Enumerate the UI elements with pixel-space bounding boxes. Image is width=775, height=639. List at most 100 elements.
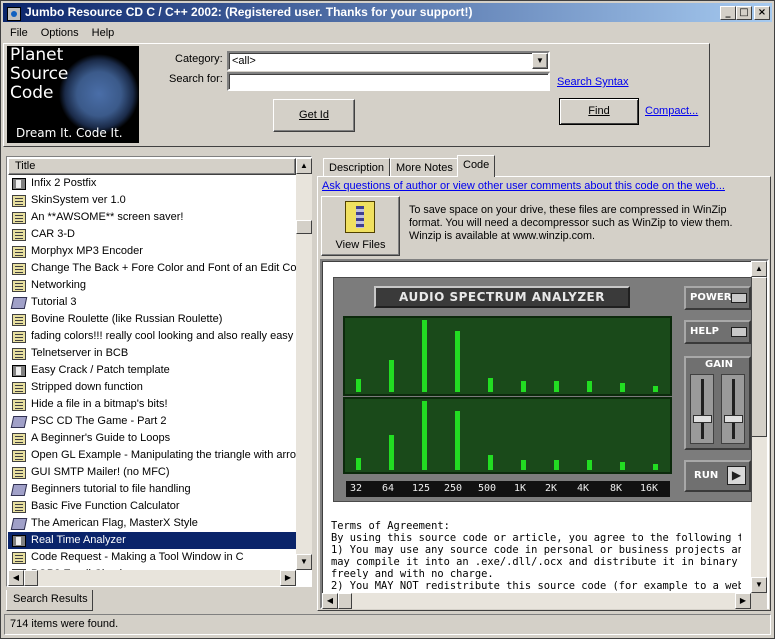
list-item[interactable]: PSC CD The Game - Part 2 [8, 413, 296, 430]
ask-questions-link[interactable]: Ask questions of author or view other us… [322, 180, 725, 192]
viewer-scroll-up-icon[interactable]: ▲ [751, 261, 767, 277]
title-column-header[interactable]: Title [8, 158, 296, 175]
tutorial-icon [10, 296, 28, 309]
results-rows: Infix 2 Postfix SkinSystem ver 1.0 An **AW… [8, 175, 296, 570]
list-item-title: Networking [31, 279, 87, 291]
chevron-down-icon[interactable]: ▼ [532, 53, 548, 69]
scroll-thumb[interactable] [296, 220, 312, 234]
viewer-scroll-thumb[interactable] [751, 277, 767, 437]
list-item[interactable]: fading colors!!! really cool looking and… [8, 328, 296, 345]
list-item[interactable]: Real Time Analyzer [8, 532, 296, 549]
terms-line: Terms of Agreement: [331, 520, 450, 532]
minimize-button[interactable]: _ [720, 6, 736, 20]
list-item[interactable]: Telnetserver in BCB [8, 345, 296, 362]
terms-line: By using this source code or article, yo… [331, 532, 741, 544]
scroll-left-icon[interactable]: ◀ [8, 570, 24, 586]
spectrum-bar [356, 458, 361, 470]
tutorial-icon [10, 483, 28, 496]
doc-icon [12, 228, 26, 241]
spectrum-bar [389, 360, 394, 392]
menu-file[interactable]: File [10, 27, 28, 39]
list-item[interactable]: Easy Crack / Patch template [8, 362, 296, 379]
viewer-hscrollbar[interactable]: ◀ ▶ [322, 593, 751, 609]
get-id-button[interactable]: Get Id [273, 99, 355, 132]
find-button[interactable]: Find [559, 98, 639, 125]
list-item[interactable]: CAR 3-D [8, 226, 296, 243]
scroll-down-icon[interactable]: ▼ [296, 554, 312, 570]
doc-icon [12, 466, 26, 479]
lab-icon [12, 177, 26, 190]
menu-help[interactable]: Help [92, 27, 115, 39]
scroll-up-icon[interactable]: ▲ [296, 158, 312, 174]
frequency-label: 2K [545, 483, 558, 494]
list-item[interactable]: SkinSystem ver 1.0 [8, 192, 296, 209]
list-item[interactable]: Networking [8, 277, 296, 294]
list-item[interactable]: The American Flag, MasterX Style [8, 515, 296, 532]
doc-icon [12, 262, 26, 275]
analyzer-title: AUDIO SPECTRUM ANALYZER [374, 286, 630, 308]
maximize-button[interactable]: □ [736, 6, 752, 20]
frequency-label: 4K [577, 483, 590, 494]
list-item[interactable]: Stripped down function [8, 379, 296, 396]
list-item[interactable]: An **AWSOME** screen saver! [8, 209, 296, 226]
compact-link[interactable]: Compact... [645, 105, 698, 117]
list-item[interactable]: GUI SMTP Mailer! (no MFC) [8, 464, 296, 481]
list-item[interactable]: Bovine Roulette (like Russian Roulette) [8, 311, 296, 328]
gain-slider-left [690, 374, 714, 444]
spectrum-bar [356, 379, 361, 392]
view-files-button[interactable]: View Files [321, 196, 400, 256]
search-results-tab[interactable]: Search Results [6, 590, 93, 611]
viewer-vscrollbar[interactable]: ▲ ▼ [751, 261, 767, 593]
category-select[interactable]: <all> ▼ [227, 51, 550, 71]
viewer-scroll-right-icon[interactable]: ▶ [735, 593, 751, 609]
list-item[interactable]: Hide a file in a bitmap's bits! [8, 396, 296, 413]
list-item-title: Beginners tutorial to file handling [31, 483, 191, 495]
spectrum-bar [455, 411, 460, 470]
viewer-scroll-down-icon[interactable]: ▼ [751, 577, 767, 593]
spectrum-bar [554, 460, 559, 470]
list-item-title: Basic Five Function Calculator [31, 500, 180, 512]
list-item-title: Real Time Analyzer [31, 534, 126, 546]
list-item-title: Infix 2 Postfix [31, 177, 97, 189]
tab-more-notes[interactable]: More Notes [390, 158, 459, 176]
doc-icon [12, 279, 26, 292]
tutorial-icon [10, 415, 28, 428]
menu-options[interactable]: Options [41, 27, 79, 39]
list-item[interactable]: Basic Five Function Calculator [8, 498, 296, 515]
viewer-hscroll-thumb[interactable] [338, 593, 352, 609]
list-item-title: fading colors!!! really cool looking and… [31, 330, 296, 342]
list-item-title: Change The Back + Fore Color and Font of… [31, 262, 296, 274]
search-syntax-link[interactable]: Search Syntax [557, 76, 629, 88]
tab-code[interactable]: Code [457, 155, 496, 177]
lab-icon [12, 534, 26, 547]
list-item[interactable]: Morphyx MP3 Encoder [8, 243, 296, 260]
list-item[interactable]: Code Request - Making a Tool Window in C [8, 549, 296, 566]
list-item[interactable]: Tutorial 3 [8, 294, 296, 311]
audio-spectrum-analyzer-screenshot: AUDIO SPECTRUM ANALYZER 32 64 125 250 500 1K 2… [333, 277, 752, 502]
main-window: Jumbo Resource CD C / C++ 2002: (Registe… [0, 0, 775, 639]
tab-description[interactable]: Description [323, 158, 391, 176]
close-button[interactable]: × [754, 6, 770, 20]
frequency-label: 16K [640, 483, 659, 494]
list-item-title: Telnetserver in BCB [31, 347, 129, 359]
winzip-icon [345, 201, 375, 233]
status-bar: 714 items were found. [4, 614, 771, 635]
search-input[interactable] [227, 72, 550, 91]
list-item[interactable]: Beginners tutorial to file handling [8, 481, 296, 498]
list-item[interactable]: A Beginner's Guide to Loops [8, 430, 296, 447]
terms-of-agreement: Terms of Agreement: By using this source … [331, 520, 741, 592]
list-item[interactable]: Infix 2 Postfix [8, 175, 296, 192]
help-button: HELP [684, 320, 751, 344]
spectrum-display-bottom [343, 397, 672, 474]
list-item-title: Morphyx MP3 Encoder [31, 245, 143, 257]
list-item[interactable]: Change The Back + Fore Color and Font of… [8, 260, 296, 277]
spectrum-display-top [343, 316, 672, 396]
list-item[interactable]: Open GL Example - Manipulating the trian… [8, 447, 296, 464]
planet-source-code-logo: Planet Source Code Dream It. Code It. [7, 46, 139, 143]
viewer-scroll-left-icon[interactable]: ◀ [322, 593, 338, 609]
spectrum-bar [587, 381, 592, 392]
results-vscrollbar[interactable]: ▲ ▼ [296, 158, 312, 570]
results-hscrollbar[interactable]: ◀ ▶ [8, 570, 296, 586]
scroll-right-icon[interactable]: ▶ [280, 570, 296, 586]
hscroll-thumb[interactable] [24, 570, 38, 586]
